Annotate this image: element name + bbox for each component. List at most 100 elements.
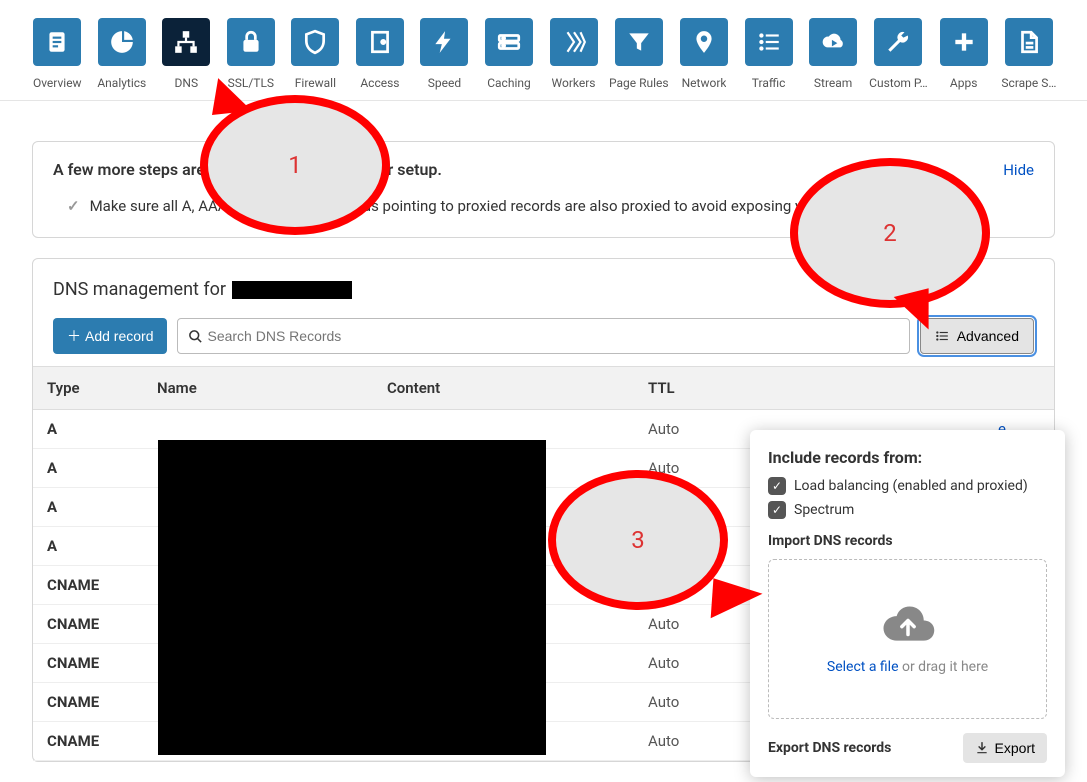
checkbox-label: Spectrum xyxy=(794,502,854,518)
door-icon xyxy=(356,18,404,66)
nav-scrape-s-[interactable]: Scrape S… xyxy=(1003,18,1055,90)
cell-content xyxy=(373,488,634,527)
cell-name xyxy=(143,605,373,644)
cell-content xyxy=(373,410,634,449)
drive-icon xyxy=(485,18,533,66)
search-icon xyxy=(188,329,203,344)
nav-overview[interactable]: Overview xyxy=(32,18,83,90)
top-nav: Overview Analytics DNS SSL/TLS Firewall Acces… xyxy=(0,0,1087,101)
list-icon xyxy=(745,18,793,66)
advanced-popover: Include records from: ✓ Load balancing (… xyxy=(750,430,1065,777)
cell-ttl: Auto xyxy=(634,644,724,683)
funnel-icon xyxy=(615,18,663,66)
cell-content xyxy=(373,527,634,566)
panel-title: DNS management for xyxy=(33,279,1054,318)
pie-icon xyxy=(98,18,146,66)
col-ttl[interactable]: TTL xyxy=(634,367,724,410)
cell-type: CNAME xyxy=(33,605,143,644)
export-label: Export xyxy=(995,740,1035,756)
col-type[interactable]: Type xyxy=(33,367,143,410)
cell-content: domainco… xyxy=(373,605,634,644)
search-wrapper[interactable] xyxy=(177,318,909,354)
panel-title-prefix: DNS management for xyxy=(53,279,226,300)
cell-ttl: Auto xyxy=(634,410,724,449)
nav-analytics[interactable]: Analytics xyxy=(97,18,148,90)
nav-label: Access xyxy=(360,76,399,90)
add-record-label: Add record xyxy=(85,328,153,344)
nav-firewall[interactable]: Firewall xyxy=(290,18,341,90)
import-title: Import DNS records xyxy=(768,533,1047,549)
nav-page-rules[interactable]: Page Rules xyxy=(613,18,665,90)
export-title: Export DNS records xyxy=(768,740,891,756)
add-record-button[interactable]: ＋ Add record xyxy=(53,318,167,354)
cell-type: A xyxy=(33,527,143,566)
nav-label: Speed xyxy=(428,76,461,90)
clipboard-icon xyxy=(33,18,81,66)
select-file-link[interactable]: Select a file xyxy=(827,659,899,675)
nav-label: Firewall xyxy=(295,76,336,90)
checkbox-spectrum[interactable]: ✓ Spectrum xyxy=(768,501,1047,519)
cell-type: A xyxy=(33,449,143,488)
nav-label: Network xyxy=(682,76,727,90)
nav-caching[interactable]: Caching xyxy=(484,18,535,90)
hide-link[interactable]: Hide xyxy=(1003,161,1034,179)
nav-stream[interactable]: Stream xyxy=(808,18,859,90)
import-dropzone[interactable]: Select a file or drag it here xyxy=(768,559,1047,719)
cell-content: .windows… xyxy=(373,683,634,722)
notice-checklist-item: ✓ Make sure all A, AAAA, and CNAME recor… xyxy=(53,197,1034,215)
cell-content xyxy=(373,722,634,761)
cell-type: CNAME xyxy=(33,644,143,683)
checkbox-load-balancing[interactable]: ✓ Load balancing (enabled and proxied) xyxy=(768,477,1047,495)
cell-type: CNAME xyxy=(33,566,143,605)
advanced-button[interactable]: Advanced xyxy=(920,318,1034,354)
nav-access[interactable]: Access xyxy=(355,18,406,90)
cell-type: A xyxy=(33,410,143,449)
setup-notice: A few more steps are required to complet… xyxy=(32,141,1055,238)
cell-name xyxy=(143,683,373,722)
cell-content xyxy=(373,449,634,488)
cell-name xyxy=(143,566,373,605)
nav-label: Stream xyxy=(814,76,852,90)
dropzone-text: Select a file or drag it here xyxy=(827,659,988,675)
cloud-play-icon xyxy=(809,18,857,66)
col-name[interactable]: Name xyxy=(143,367,373,410)
sitemap-icon xyxy=(162,18,210,66)
download-icon xyxy=(975,741,989,755)
nav-workers[interactable]: Workers xyxy=(548,18,599,90)
checkbox-icon: ✓ xyxy=(768,501,786,519)
cloud-upload-icon xyxy=(880,603,936,645)
cell-ttl: Auto xyxy=(634,683,724,722)
bolt-icon xyxy=(420,18,468,66)
nav-traffic[interactable]: Traffic xyxy=(743,18,794,90)
drag-text: or drag it here xyxy=(899,659,989,675)
cell-ttl: Auto xyxy=(634,722,724,761)
doc-icon xyxy=(1005,18,1053,66)
nav-label: Scrape S… xyxy=(1001,76,1056,90)
cell-ttl: Auto xyxy=(634,527,724,566)
redacted-domain xyxy=(232,281,352,299)
cell-name xyxy=(143,488,373,527)
cell-type: A xyxy=(33,488,143,527)
nav-label: Traffic xyxy=(752,76,786,90)
plus-icon: ＋ xyxy=(67,326,81,346)
nav-network[interactable]: Network xyxy=(679,18,730,90)
nav-custom-p-[interactable]: Custom P… xyxy=(872,18,924,90)
nav-dns[interactable]: DNS xyxy=(161,18,212,90)
nav-ssl-tls[interactable]: SSL/TLS xyxy=(226,18,277,90)
export-button[interactable]: Export xyxy=(963,733,1047,763)
cell-content: .com xyxy=(373,566,634,605)
search-input[interactable] xyxy=(203,320,898,352)
nav-speed[interactable]: Speed xyxy=(419,18,470,90)
pin-icon xyxy=(680,18,728,66)
plus-icon xyxy=(940,18,988,66)
notice-title: A few more steps are required to complet… xyxy=(53,160,442,179)
popover-title: Include records from: xyxy=(768,448,1047,467)
nav-label: Caching xyxy=(487,76,531,90)
col-content[interactable]: Content xyxy=(373,367,634,410)
nav-label: Overview xyxy=(33,76,82,90)
checkbox-icon: ✓ xyxy=(768,477,786,495)
nav-label: DNS xyxy=(175,76,199,90)
nav-apps[interactable]: Apps xyxy=(938,18,989,90)
list-icon xyxy=(935,329,949,343)
notice-text: Make sure all A, AAAA, and CNAME records… xyxy=(90,197,885,215)
